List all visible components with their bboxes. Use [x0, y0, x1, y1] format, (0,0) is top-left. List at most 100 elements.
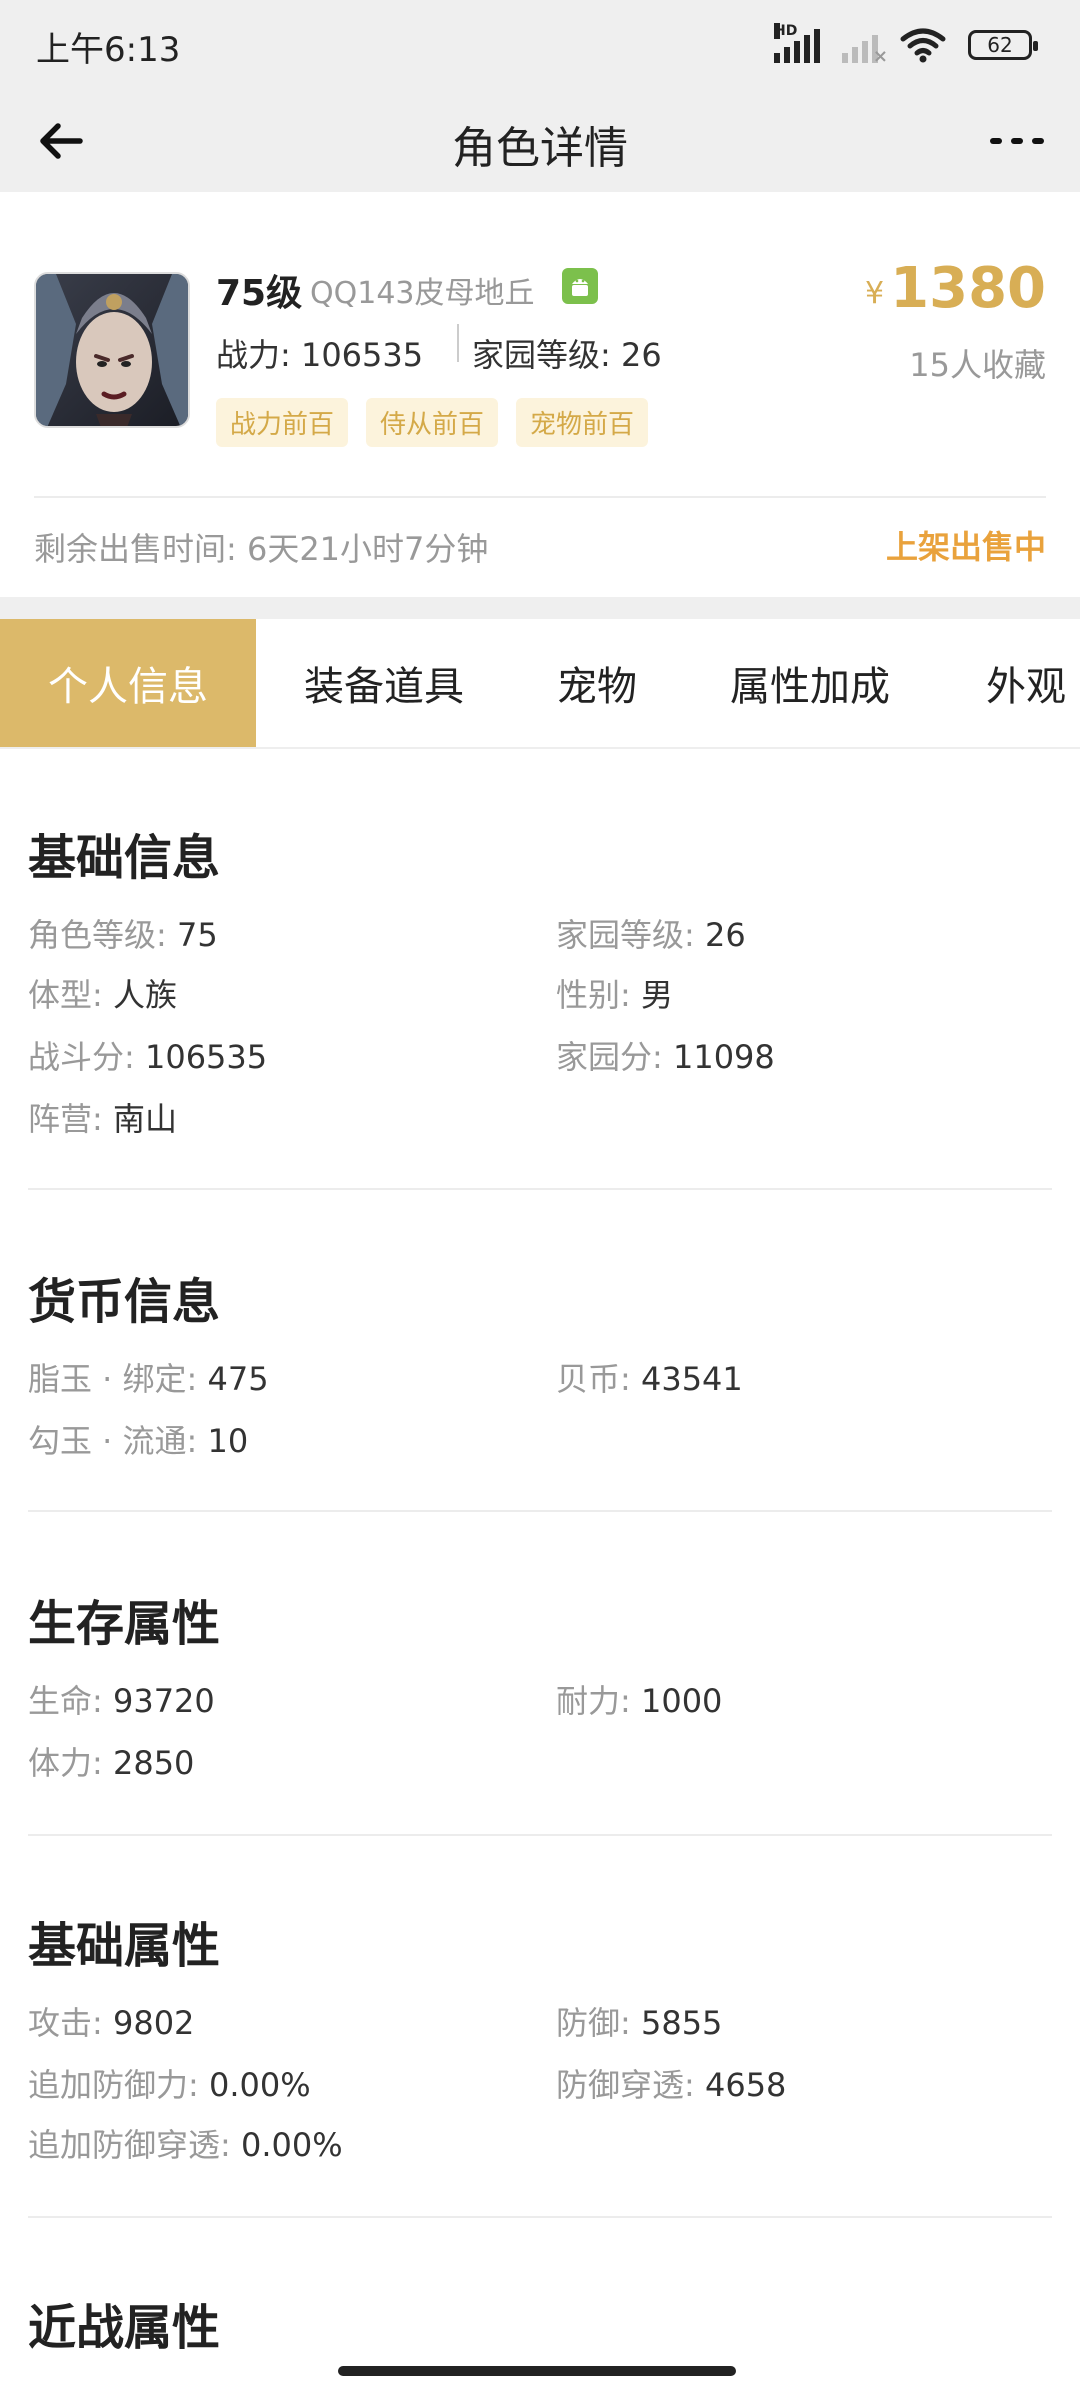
section-title: 生存属性 — [28, 1596, 221, 1652]
wifi-icon — [900, 28, 946, 63]
field-value: 10 — [207, 1422, 249, 1460]
field-label: 体型 — [28, 976, 93, 1014]
section-gap — [0, 597, 1080, 619]
tab-personal-info[interactable]: 个人信息 — [0, 619, 256, 747]
remaining-time: 剩余出售时间: 6天21小时7分钟 — [34, 530, 489, 568]
field-label: 攻击 — [28, 2004, 93, 2042]
tab-equipment[interactable]: 装备道具 — [256, 619, 512, 747]
tab-appearance[interactable]: 外观 — [938, 619, 1080, 747]
sale-status: 上架出售中 — [885, 528, 1046, 566]
field-label: 贝币 — [556, 1360, 621, 1398]
section-title: 基础属性 — [28, 1918, 221, 1974]
field-label: 阵营 — [28, 1100, 93, 1138]
tab-pets[interactable]: 宠物 — [512, 619, 682, 747]
field-label: 脂玉 · 绑定 — [28, 1360, 187, 1398]
section-title: 货币信息 — [28, 1274, 221, 1330]
field-value: 75 — [176, 916, 218, 954]
field-value: 4658 — [704, 2066, 787, 2104]
info-field: 战斗分: 106535 — [28, 1038, 268, 1076]
field-value: 男 — [640, 976, 673, 1014]
currency-symbol: ¥ — [865, 276, 885, 311]
field-label: 体力 — [28, 1744, 93, 1782]
divider — [34, 496, 1046, 498]
divider — [28, 1510, 1052, 1512]
info-field: 追加防御穿透: 0.00% — [28, 2126, 343, 2164]
field-value: 11098 — [672, 1038, 775, 1076]
character-level: 75级 — [216, 273, 303, 314]
info-field: 脂玉 · 绑定: 475 — [28, 1360, 269, 1398]
info-field: 角色等级: 75 — [28, 916, 218, 954]
field-value: 43541 — [640, 1360, 743, 1398]
more-button[interactable] — [984, 108, 1050, 174]
field-value: 9802 — [112, 2004, 195, 2042]
field-value: 5855 — [640, 2004, 723, 2042]
info-field: 勾玉 · 流通: 10 — [28, 1422, 249, 1460]
battery-icon: 62 — [968, 30, 1038, 60]
field-value: 106535 — [144, 1038, 268, 1076]
home-level: 家园等级: 26 — [472, 336, 662, 374]
section-title: 基础信息 — [28, 830, 221, 886]
signal-icon: HD — [774, 23, 820, 63]
divider — [28, 1834, 1052, 1836]
field-value: 26 — [704, 916, 746, 954]
field-label: 生命 — [28, 1682, 93, 1720]
info-field: 家园分: 11098 — [556, 1038, 775, 1076]
server-name: QQ143皮母地丘 — [310, 276, 535, 311]
info-field: 家园等级: 26 — [556, 916, 746, 954]
price: ¥ 1380 — [865, 256, 1046, 321]
field-label: 角色等级 — [28, 916, 157, 954]
status-bar: 上午6:13 HD × 62 — [0, 0, 1080, 90]
more-dots-icon — [990, 138, 1044, 144]
home-indicator[interactable] — [338, 2366, 736, 2376]
divider — [457, 324, 459, 362]
price-value: 1380 — [890, 256, 1046, 321]
combat-power: 战力: 106535 — [216, 336, 424, 374]
page-title: 角色详情 — [452, 123, 628, 174]
field-label: 耐力 — [556, 1682, 621, 1720]
info-field: 耐力: 1000 — [556, 1682, 723, 1720]
status-time: 上午6:13 — [36, 30, 181, 70]
field-value: 南山 — [112, 1100, 177, 1138]
rank-tags: 战力前百 侍从前百 宠物前百 — [216, 398, 649, 447]
section-title: 近战属性 — [28, 2300, 221, 2356]
info-field: 追加防御力: 0.00% — [28, 2066, 311, 2104]
info-field: 体力: 2850 — [28, 1744, 195, 1782]
listing-card[interactable]: 75级 QQ143皮母地丘 战力: 106535 家园等级: 26 战力前百 侍… — [0, 192, 1080, 597]
info-field: 性别: 男 — [556, 976, 673, 1014]
favorites-count: 15人收藏 — [909, 346, 1046, 384]
field-label: 防御 — [556, 2004, 621, 2042]
field-value: 1000 — [640, 1682, 723, 1720]
battery-level: 62 — [987, 33, 1013, 57]
info-field: 贝币: 43541 — [556, 1360, 743, 1398]
field-value: 2850 — [112, 1744, 195, 1782]
field-label: 家园分 — [556, 1038, 653, 1076]
app-bar: 角色详情 — [0, 90, 1080, 192]
field-value: 93720 — [112, 1682, 215, 1720]
divider — [28, 2216, 1052, 2218]
status-icons: HD × 62 — [774, 22, 1038, 68]
tag-badge: 宠物前百 — [516, 398, 649, 447]
signal-no-service-icon: × — [842, 27, 888, 67]
tab-attribute-bonus[interactable]: 属性加成 — [682, 619, 938, 747]
divider — [28, 1188, 1052, 1190]
field-label: 追加防御穿透 — [28, 2126, 221, 2164]
field-label: 战斗分 — [28, 1038, 125, 1076]
hd-label: HD — [774, 23, 798, 39]
field-value: 人族 — [112, 976, 177, 1014]
tag-badge: 战力前百 — [216, 398, 349, 447]
field-label: 家园等级 — [556, 916, 685, 954]
info-field: 防御穿透: 4658 — [556, 2066, 787, 2104]
field-label: 勾玉 · 流通 — [28, 1422, 187, 1460]
field-value: 0.00% — [240, 2126, 343, 2164]
info-field: 生命: 93720 — [28, 1682, 215, 1720]
character-avatar — [34, 272, 190, 428]
info-field: 攻击: 9802 — [28, 2004, 195, 2042]
info-field: 体型: 人族 — [28, 976, 177, 1014]
info-field: 防御: 5855 — [556, 2004, 723, 2042]
info-field: 阵营: 南山 — [28, 1100, 177, 1138]
tab-bar: 个人信息 装备道具 宠物 属性加成 外观 — [0, 619, 1080, 749]
field-label: 性别 — [556, 976, 621, 1014]
tag-badge: 侍从前百 — [366, 398, 499, 447]
field-label: 追加防御力 — [28, 2066, 189, 2104]
field-label: 防御穿透 — [556, 2066, 685, 2104]
